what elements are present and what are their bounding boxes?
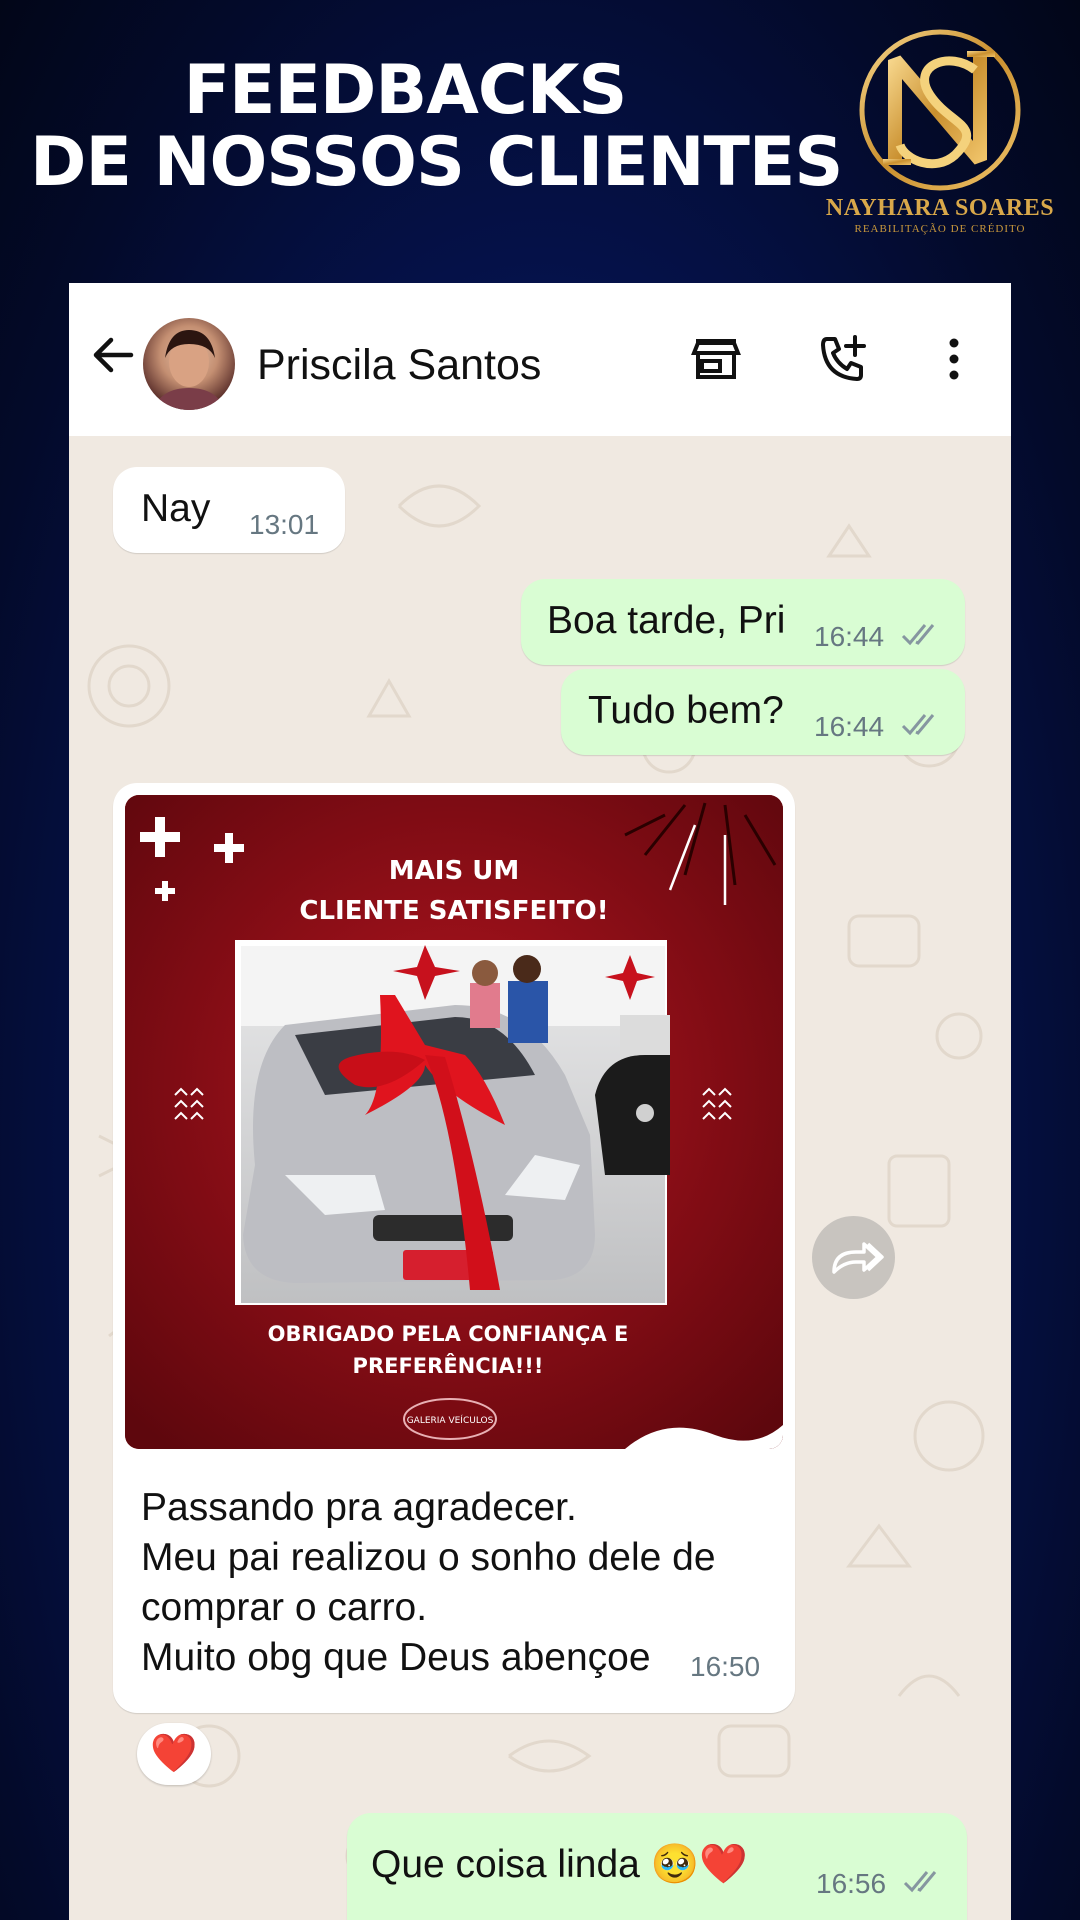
forward-button[interactable]	[812, 1216, 895, 1299]
message-time: 13:01	[249, 509, 320, 540]
outgoing-message[interactable]: Tudo bem? 16:44	[561, 669, 965, 755]
monogram-emblem	[859, 29, 1021, 191]
incoming-message[interactable]: Nay 13:01	[113, 467, 345, 553]
promo-footer-1: OBRIGADO PELA CONFIANÇA E	[268, 1322, 629, 1346]
promo-footer-2: PREFERÊNCIA!!!	[353, 1353, 544, 1378]
banner-headline: FEEDBACKS DE NOSSOS CLIENTES	[30, 51, 843, 202]
read-receipt-icon	[901, 714, 935, 736]
message-time: 16:56	[816, 1868, 887, 1899]
message-time: 16:44	[814, 621, 885, 652]
dealer-badge: GALERIA VEÍCULOS	[407, 1414, 494, 1426]
message-text: Boa tarde, Pri	[547, 599, 786, 642]
more-vertical-icon[interactable]	[926, 331, 982, 387]
message-text: Tudo bem?	[588, 689, 784, 732]
brand-logo: NAYHARA SOARES REABILITAÇÃO DE CRÉDITO	[820, 25, 1060, 240]
promo-line-2: CLIENTE SATISFEITO!	[299, 896, 608, 926]
chat-screenshot: Priscila Santos Nay 13:01 Boa tarde, Pri…	[69, 283, 1011, 1920]
chat-header: Priscila Santos	[69, 283, 1011, 436]
message-time: 16:44	[814, 711, 885, 742]
promo-line-1: MAIS UM	[389, 856, 519, 886]
outgoing-message[interactable]: Boa tarde, Pri 16:44	[521, 579, 965, 665]
incoming-image-message[interactable]: MAIS UM CLIENTE SATISFEITO! OBRIGADO PEL…	[113, 783, 795, 1713]
contact-avatar[interactable]	[143, 318, 235, 410]
message-text: Nay	[141, 487, 211, 530]
back-arrow-icon[interactable]	[87, 329, 139, 381]
message-time: 16:50	[690, 1651, 761, 1682]
outgoing-message[interactable]: Que coisa linda 🥹❤️ 16:56	[347, 1813, 967, 1920]
caption-line: Meu pai realizou o sonho dele de	[141, 1536, 716, 1579]
read-receipt-icon	[901, 624, 935, 646]
avatar-photo	[153, 330, 225, 410]
read-receipt-icon	[903, 1871, 937, 1893]
add-call-icon[interactable]	[815, 331, 871, 387]
caption-line: Muito obg que Deus abençoe	[141, 1636, 651, 1679]
headline-line-2: DE NOSSOS CLIENTES	[30, 123, 843, 202]
heart-reaction[interactable]: ❤️	[137, 1723, 211, 1785]
promo-image-graphic: MAIS UM CLIENTE SATISFEITO! OBRIGADO PEL…	[125, 795, 783, 1449]
caption-line: Passando pra agradecer.	[141, 1486, 577, 1529]
message-text: Que coisa linda 🥹❤️	[371, 1843, 748, 1886]
heart-emoji: ❤️	[150, 1733, 198, 1775]
message-caption: Passando pra agradecer. Meu pai realizou…	[141, 1483, 716, 1683]
message-image[interactable]: MAIS UM CLIENTE SATISFEITO! OBRIGADO PEL…	[125, 795, 783, 1449]
logo-name: NAYHARA SOARES	[825, 195, 1055, 221]
logo-subtitle: REABILITAÇÃO DE CRÉDITO	[854, 223, 1026, 235]
store-icon[interactable]	[688, 331, 744, 387]
headline-line-1: FEEDBACKS	[183, 51, 628, 130]
forward-icon	[832, 1242, 884, 1274]
contact-name[interactable]: Priscila Santos	[257, 341, 541, 390]
caption-line: comprar o carro.	[141, 1586, 428, 1629]
